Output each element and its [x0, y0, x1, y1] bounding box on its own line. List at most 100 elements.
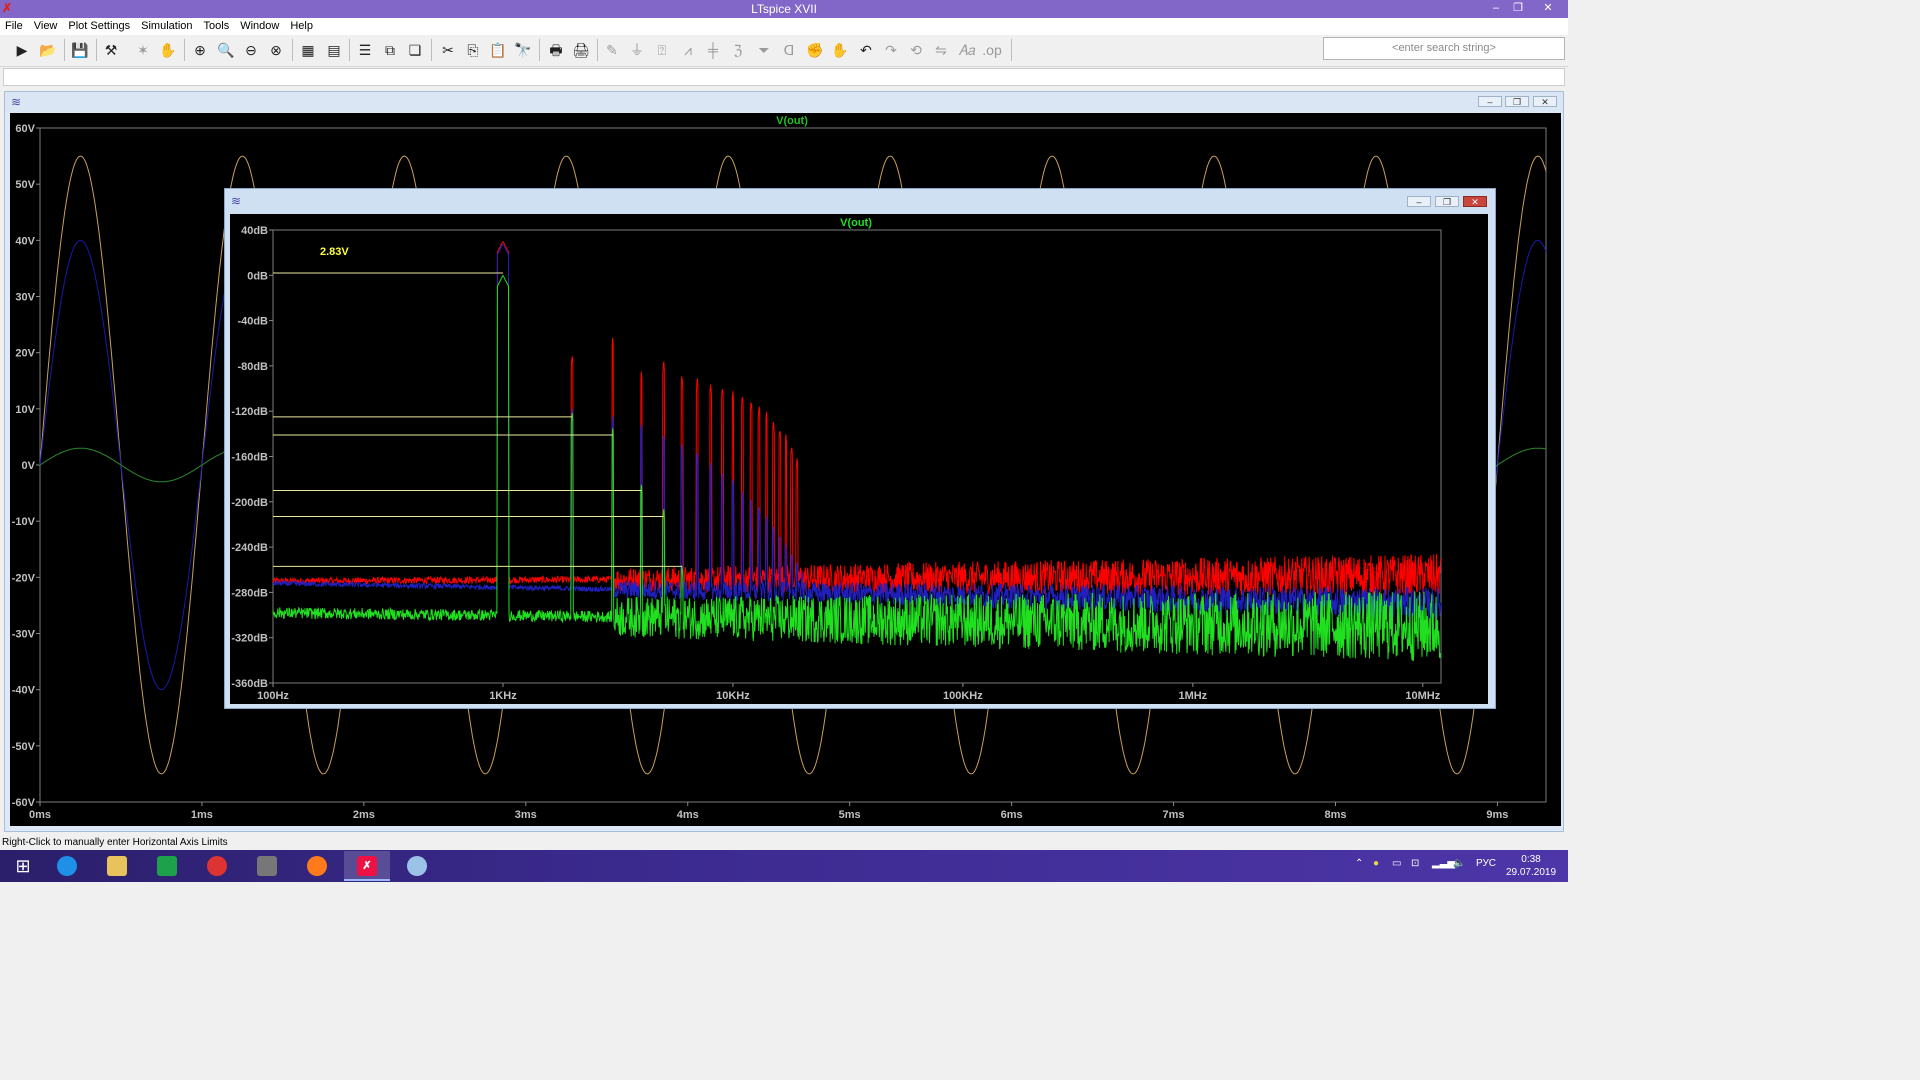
- control-panel-icon[interactable]: ⚒: [101, 40, 121, 60]
- fft-restore-button[interactable]: ❐: [1435, 196, 1459, 207]
- waveform-close-button[interactable]: ✕: [1533, 96, 1557, 107]
- cascade-icon[interactable]: ❏: [405, 40, 425, 60]
- y-tick-label: 60V: [15, 123, 35, 135]
- restore-button[interactable]: ❐: [1508, 1, 1528, 15]
- status-text: Right-Click to manually enter Horizontal…: [2, 837, 228, 848]
- taskbar-ie[interactable]: [44, 851, 90, 881]
- print-icon[interactable]: 🖶: [546, 40, 566, 60]
- zoom-box-icon[interactable]: 🔍: [216, 40, 236, 60]
- clock-time: 0:38: [1521, 854, 1541, 865]
- y-tick-label: 20V: [15, 348, 35, 360]
- tray-clock[interactable]: 0:38 29.07.2019: [1505, 853, 1557, 879]
- clock-date: 29.07.2019: [1505, 867, 1557, 878]
- capacitor-icon[interactable]: ╪: [703, 40, 723, 60]
- y-tick-label: -20V: [12, 572, 36, 584]
- run-icon[interactable]: ▶: [12, 40, 32, 60]
- fft-plot-svg[interactable]: V(out) 2.83V 40dB 0dB -40dB -80dB -120dB -160…: [230, 214, 1488, 704]
- start-button[interactable]: ⊞: [0, 851, 46, 881]
- menu-tools[interactable]: Tools: [199, 18, 236, 32]
- tray-volume-icon[interactable]: 🔈: [1453, 858, 1465, 869]
- drag-icon[interactable]: ✋: [830, 40, 850, 60]
- zoom-cancel-icon[interactable]: ⊗: [266, 40, 286, 60]
- component-icon[interactable]: ᗡ: [779, 40, 799, 60]
- title-bar: ✗ LTspice XVII – ❐ ✕: [0, 0, 1568, 18]
- tray-app-icon[interactable]: ●: [1373, 858, 1379, 869]
- copy-icon[interactable]: ⎘: [463, 40, 483, 60]
- trace-label-vout[interactable]: V(out): [776, 115, 808, 127]
- fft-y-tick-label: -280dB: [231, 587, 268, 599]
- rotate-icon[interactable]: ⟲: [906, 40, 926, 60]
- mirror-icon[interactable]: ⇋: [931, 40, 951, 60]
- ground-icon[interactable]: ⏚: [627, 40, 647, 60]
- tray-language[interactable]: РУС: [1476, 858, 1496, 869]
- x-tick-label: 6ms: [1001, 809, 1023, 821]
- waveform-window-caption: ≋ – ❐ ✕: [5, 92, 1563, 112]
- zoom-out-icon[interactable]: ⊖: [241, 40, 261, 60]
- zoom-in-icon[interactable]: ⊕: [190, 40, 210, 60]
- x-tick-label: 3ms: [515, 809, 537, 821]
- tray-signal-icon[interactable]: ▂▃▅: [1432, 858, 1455, 869]
- y-tick-label: -60V: [12, 797, 36, 809]
- find-icon[interactable]: 🔭: [513, 40, 533, 60]
- firefox-icon: [307, 856, 327, 876]
- minimize-button[interactable]: –: [1486, 1, 1506, 15]
- cut-icon[interactable]: ✂: [438, 40, 458, 60]
- file-explorer-icon: [107, 856, 127, 876]
- text-icon[interactable]: 𝐴𝑎: [957, 40, 977, 60]
- open-icon[interactable]: 📂: [38, 40, 58, 60]
- fft-window[interactable]: ≋ – ❐ ✕ V(out) 2.83V 40dB 0dB -40dB -80dB -1…: [224, 188, 1496, 709]
- print-setup-icon[interactable]: 🖨: [571, 40, 591, 60]
- media-app-icon: [207, 856, 227, 876]
- split-icon[interactable]: ▤: [324, 40, 344, 60]
- fft-x-tick-label: 100Hz: [257, 690, 289, 702]
- tray-network-icon[interactable]: ⊡: [1411, 858, 1419, 869]
- waveform-restore-button[interactable]: ❐: [1505, 96, 1529, 107]
- window-title: LTspice XVII: [751, 2, 817, 16]
- pan-icon[interactable]: ✋: [158, 40, 178, 60]
- tile-horizontal-icon[interactable]: ☰: [355, 40, 375, 60]
- halt-icon[interactable]: ✶: [133, 40, 153, 60]
- y-tick-label: -40V: [12, 685, 36, 697]
- menu-window[interactable]: Window: [235, 18, 285, 32]
- taskbar-explorer[interactable]: [94, 851, 140, 881]
- fft-minimize-button[interactable]: –: [1407, 196, 1431, 207]
- close-button[interactable]: ✕: [1538, 1, 1558, 15]
- taskbar-paint[interactable]: [394, 851, 440, 881]
- taskbar-firefox[interactable]: [294, 851, 340, 881]
- menu-help[interactable]: Help: [285, 18, 319, 32]
- fft-trace-label-vout[interactable]: V(out): [840, 217, 872, 229]
- search-input[interactable]: <enter search string>: [1323, 37, 1565, 60]
- taskbar-app4[interactable]: [194, 851, 240, 881]
- spice-directive-icon[interactable]: .op: [982, 40, 1002, 60]
- ltspice-taskbar-icon: ✗: [357, 856, 377, 876]
- fft-plot[interactable]: V(out) 2.83V 40dB 0dB -40dB -80dB -120dB -160…: [230, 214, 1488, 704]
- fft-y-tick-label: -200dB: [231, 497, 268, 509]
- autorange-icon[interactable]: ▦: [298, 40, 318, 60]
- fft-y-tick-label: -160dB: [231, 452, 268, 464]
- wire-icon[interactable]: ✎: [602, 40, 622, 60]
- tool-app-icon: [257, 856, 277, 876]
- fft-close-button[interactable]: ✕: [1463, 196, 1487, 207]
- menu-file[interactable]: File: [0, 18, 29, 32]
- resistor-icon[interactable]: ⩘: [678, 40, 698, 60]
- move-icon[interactable]: ✊: [805, 40, 825, 60]
- undo-icon[interactable]: ↶: [856, 40, 876, 60]
- save-icon[interactable]: 💾: [70, 40, 90, 60]
- label-icon[interactable]: ⍰: [652, 40, 672, 60]
- taskbar-ltspice[interactable]: ✗: [344, 851, 390, 881]
- redo-icon[interactable]: ↷: [881, 40, 901, 60]
- taskbar-app5[interactable]: [244, 851, 290, 881]
- diode-icon[interactable]: ⏷: [754, 40, 774, 60]
- inductor-icon[interactable]: ℨ: [728, 40, 748, 60]
- waveform-minimize-button[interactable]: –: [1478, 96, 1502, 107]
- paste-icon[interactable]: 📋: [488, 40, 508, 60]
- menu-view[interactable]: View: [29, 18, 64, 32]
- taskbar-store[interactable]: [144, 851, 190, 881]
- menu-plot-settings[interactable]: Plot Settings: [63, 18, 136, 32]
- tray-keyboard-icon[interactable]: ▭: [1392, 858, 1401, 869]
- tray-overflow-icon[interactable]: ⌃: [1355, 858, 1363, 869]
- tile-vertical-icon[interactable]: ⧉: [380, 40, 400, 60]
- windows-start-icon: ⊞: [15, 856, 31, 876]
- paint-icon: [407, 856, 427, 876]
- menu-simulation[interactable]: Simulation: [136, 18, 198, 32]
